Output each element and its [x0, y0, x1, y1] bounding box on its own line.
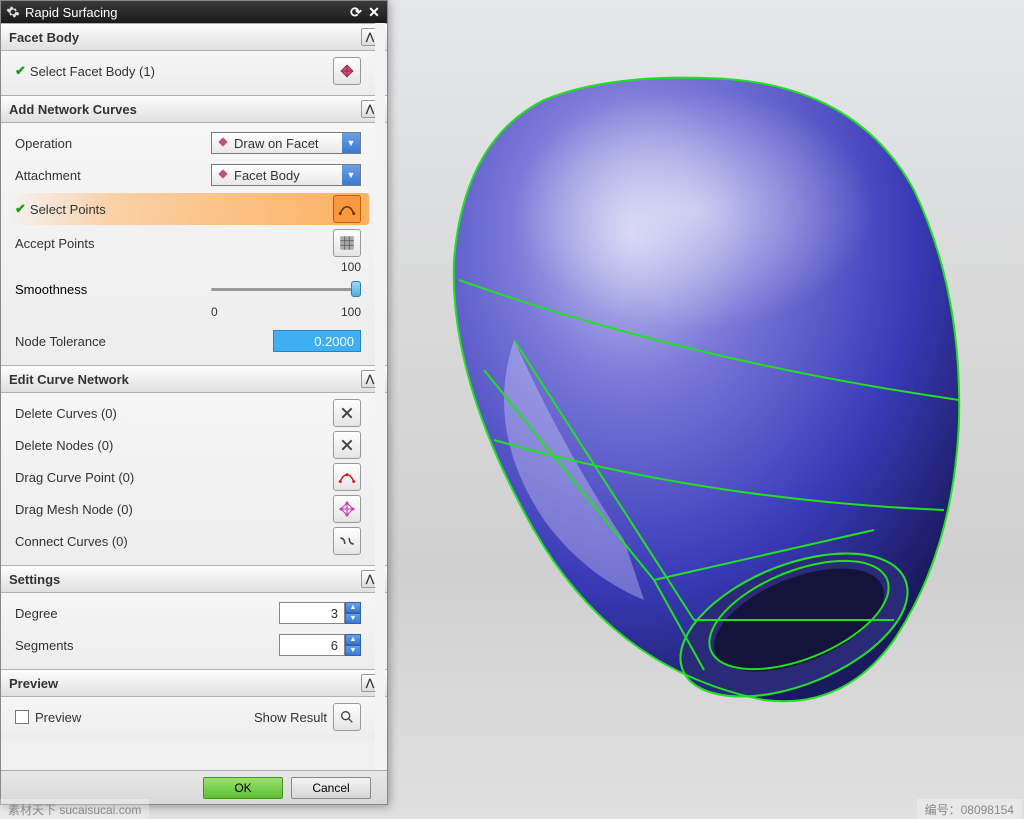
degree-label: Degree: [15, 606, 279, 621]
section-label: Edit Curve Network: [9, 372, 129, 387]
draw-facet-icon: [216, 135, 232, 151]
drag-mesh-node-icon[interactable]: [333, 495, 361, 523]
section-settings[interactable]: Settings ⋀: [1, 565, 387, 593]
accept-points-icon[interactable]: [333, 229, 361, 257]
delete-curves-icon[interactable]: [333, 399, 361, 427]
titlebar[interactable]: Rapid Surfacing ⟳ ✕: [1, 1, 387, 23]
check-icon: ✔: [15, 201, 26, 217]
chevron-down-icon: ▼: [342, 133, 360, 153]
close-icon[interactable]: ✕: [365, 4, 383, 20]
restore-icon[interactable]: ⟳: [347, 4, 365, 20]
connect-curves-icon[interactable]: [333, 527, 361, 555]
slider-thumb[interactable]: [351, 281, 361, 297]
section-label: Facet Body: [9, 30, 79, 45]
cancel-button[interactable]: Cancel: [291, 777, 371, 799]
panel-scrollbar[interactable]: [375, 23, 385, 770]
select-facet-body-label[interactable]: Select Facet Body (1): [30, 64, 333, 79]
show-result-label: Show Result: [254, 710, 327, 725]
segments-spinner[interactable]: 6 ▲ ▼: [279, 634, 361, 656]
spin-down-icon[interactable]: ▼: [345, 613, 361, 624]
section-preview[interactable]: Preview ⋀: [1, 669, 387, 697]
preview-label: Preview: [35, 710, 254, 725]
section-label: Add Network Curves: [9, 102, 137, 117]
watermark-id: 编号：08098154: [917, 799, 1022, 819]
smoothness-label: Smoothness: [15, 282, 211, 297]
section-facet-body[interactable]: Facet Body ⋀: [1, 23, 387, 51]
facet-body-small-icon: [216, 167, 232, 183]
attachment-label: Attachment: [15, 168, 211, 183]
node-tolerance-input[interactable]: 0.2000: [273, 330, 361, 352]
smoothness-value: 100: [211, 260, 361, 274]
attachment-dropdown[interactable]: Facet Body ▼: [211, 164, 361, 186]
spin-down-icon[interactable]: ▼: [345, 645, 361, 656]
panel-title: Rapid Surfacing: [21, 5, 347, 20]
gear-icon: [5, 4, 21, 20]
delete-nodes-icon[interactable]: [333, 431, 361, 459]
section-network-curves[interactable]: Add Network Curves ⋀: [1, 95, 387, 123]
facet-body-icon[interactable]: [333, 57, 361, 85]
delete-curves-label[interactable]: Delete Curves (0): [15, 406, 333, 421]
select-points-label[interactable]: Select Points: [30, 202, 333, 217]
ok-button[interactable]: OK: [203, 777, 283, 799]
degree-spinner[interactable]: 3 ▲ ▼: [279, 602, 361, 624]
drag-mesh-node-label[interactable]: Drag Mesh Node (0): [15, 502, 333, 517]
operation-label: Operation: [15, 136, 211, 151]
check-icon: ✔: [15, 63, 26, 79]
watermark: 素材天下 sucaisucai.com: [0, 799, 149, 819]
preview-checkbox[interactable]: [15, 710, 29, 724]
accept-points-label[interactable]: Accept Points: [15, 236, 333, 251]
connect-curves-label[interactable]: Connect Curves (0): [15, 534, 333, 549]
model-render: [404, 60, 984, 740]
operation-dropdown[interactable]: Draw on Facet ▼: [211, 132, 361, 154]
spin-up-icon[interactable]: ▲: [345, 602, 361, 613]
spin-up-icon[interactable]: ▲: [345, 634, 361, 645]
chevron-down-icon: ▼: [342, 165, 360, 185]
section-label: Preview: [9, 676, 58, 691]
smoothness-max: 100: [341, 305, 361, 319]
segments-label: Segments: [15, 638, 279, 653]
show-result-icon[interactable]: [333, 703, 361, 731]
delete-nodes-label[interactable]: Delete Nodes (0): [15, 438, 333, 453]
drag-curve-point-label[interactable]: Drag Curve Point (0): [15, 470, 333, 485]
select-points-icon[interactable]: [333, 195, 361, 223]
smoothness-min: 0: [211, 305, 218, 319]
section-label: Settings: [9, 572, 60, 587]
section-edit-curve[interactable]: Edit Curve Network ⋀: [1, 365, 387, 393]
rapid-surfacing-panel: Rapid Surfacing ⟳ ✕ Facet Body ⋀ ✔ Selec…: [0, 0, 388, 805]
smoothness-slider[interactable]: [211, 279, 361, 299]
node-tolerance-label: Node Tolerance: [15, 334, 273, 349]
drag-curve-point-icon[interactable]: [333, 463, 361, 491]
